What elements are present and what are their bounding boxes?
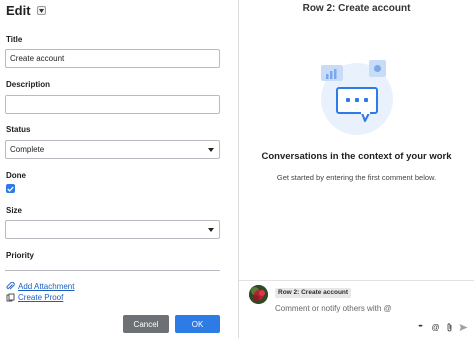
proof-icon xyxy=(6,293,15,302)
avatar xyxy=(249,285,268,304)
collapse-toggle-icon[interactable] xyxy=(36,6,46,15)
status-select[interactable]: Complete xyxy=(5,140,220,159)
send-icon[interactable] xyxy=(459,323,468,332)
ok-button[interactable]: OK xyxy=(175,315,220,333)
conversation-panel: Row 2: Create account Conversations in t… xyxy=(239,0,474,338)
done-checkbox[interactable] xyxy=(6,184,15,193)
edit-header: Edit xyxy=(6,3,46,18)
chevron-down-icon xyxy=(208,228,214,232)
chevron-down-icon xyxy=(208,148,214,152)
size-select[interactable] xyxy=(5,220,220,239)
status-label: Status xyxy=(6,125,31,134)
conversation-illustration-icon xyxy=(321,60,393,135)
create-proof-link[interactable]: Create Proof xyxy=(18,293,63,302)
empty-state-subtitle: Get started by entering the first commen… xyxy=(276,173,437,182)
checkmark-icon xyxy=(7,186,14,192)
empty-state-title: Conversations in the context of your wor… xyxy=(261,151,452,162)
priority-field[interactable] xyxy=(5,270,220,271)
edit-panel: Edit Title Description Status Complete D… xyxy=(0,0,238,338)
size-label: Size xyxy=(6,206,23,215)
row-reference-chip: Row 2: Create account xyxy=(275,288,352,298)
composer-divider xyxy=(239,280,474,281)
edit-title: Edit xyxy=(6,3,31,18)
add-attachment-link[interactable]: Add Attachment xyxy=(18,282,74,291)
attachment-icon[interactable] xyxy=(445,323,454,332)
paperclip-icon xyxy=(6,282,15,291)
priority-label: Priority xyxy=(6,251,35,260)
comment-input[interactable] xyxy=(275,302,465,314)
cancel-button[interactable]: Cancel xyxy=(123,315,169,333)
title-input[interactable] xyxy=(5,49,220,68)
title-label: Title xyxy=(6,35,23,44)
add-attachment-row[interactable]: Add Attachment xyxy=(6,282,74,291)
more-options-icon[interactable]: ••• xyxy=(414,323,426,332)
mention-icon[interactable]: @ xyxy=(431,323,440,332)
description-label: Description xyxy=(6,80,51,89)
create-proof-row[interactable]: Create Proof xyxy=(6,293,63,302)
status-value: Complete xyxy=(10,145,45,154)
composer-toolbar: ••• @ xyxy=(414,323,468,332)
done-label: Done xyxy=(6,171,26,180)
description-input[interactable] xyxy=(5,95,220,114)
row-title: Row 2: Create account xyxy=(302,3,411,14)
